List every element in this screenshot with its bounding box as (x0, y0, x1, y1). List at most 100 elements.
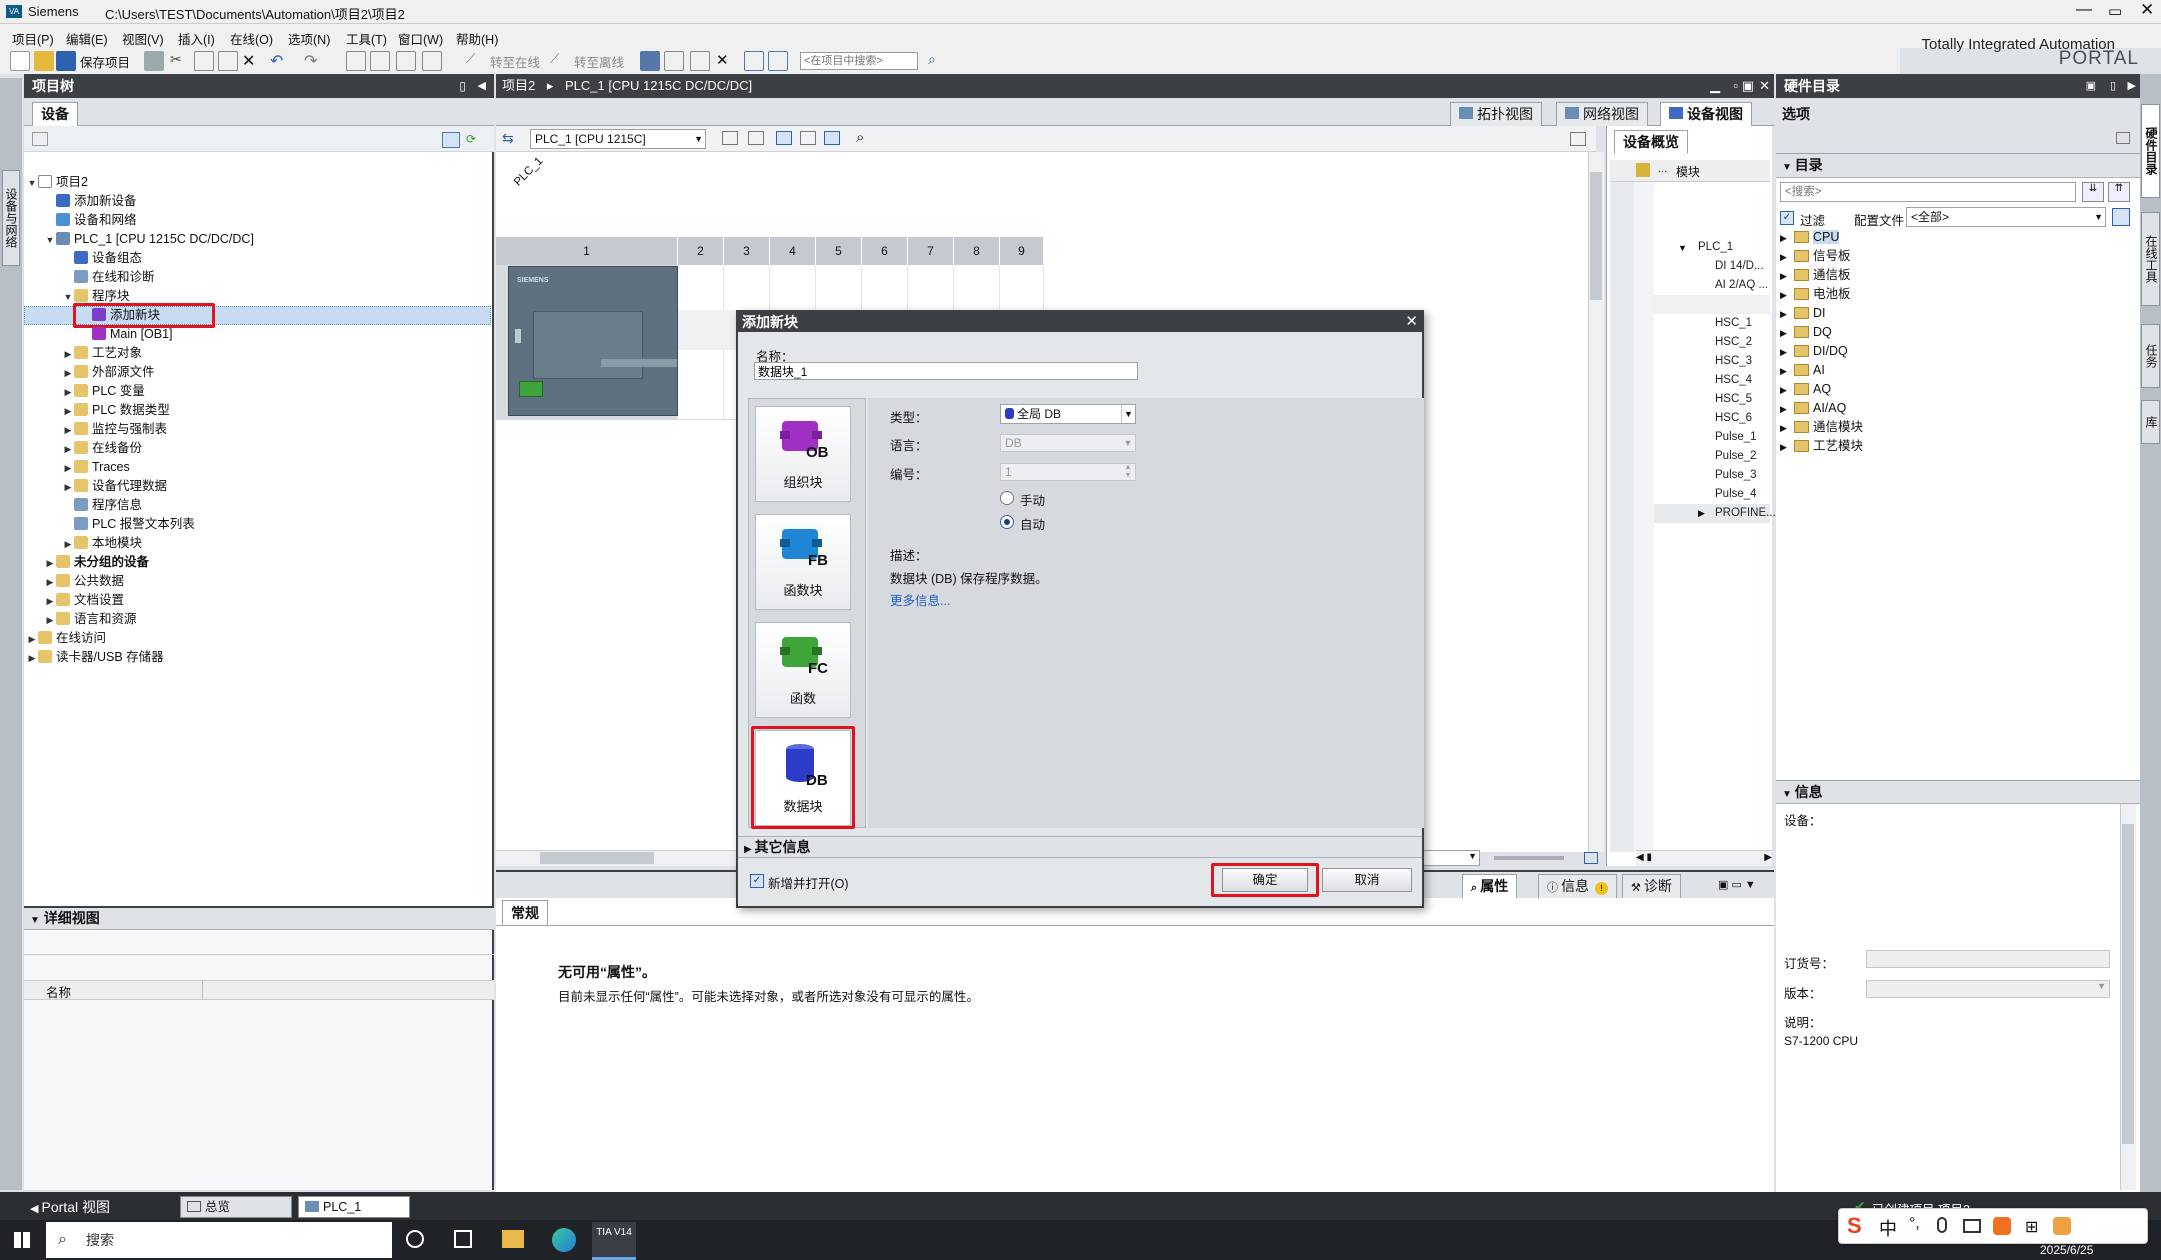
save-icon[interactable] (56, 51, 76, 71)
block-type-fc[interactable]: FC 函数 (755, 622, 851, 718)
tree-item-tech-objects[interactable]: ▶ 工艺对象 (62, 344, 142, 363)
canvas-vscroll-thumb[interactable] (1590, 172, 1602, 300)
tree-item-common-data[interactable]: ▶ 公共数据 (44, 572, 124, 591)
taskbar-search[interactable]: ⌕ 搜索 (46, 1222, 392, 1258)
undo-icon[interactable]: ↶ (270, 51, 290, 71)
upload-icon[interactable] (396, 51, 416, 71)
breadcrumb-project[interactable]: 项目2 (502, 78, 535, 93)
tree-item-doc-settings[interactable]: ▶ 文档设置 (44, 591, 124, 610)
go-offline-icon[interactable]: ⟋ (550, 51, 570, 71)
tab-device-view[interactable]: 设备视图 (1660, 102, 1752, 126)
tree-item-watch-tables[interactable]: ▶ 监控与强制表 (62, 420, 167, 439)
filter-checkbox[interactable]: ✓ (1780, 211, 1794, 225)
canvas-hscroll-thumb[interactable] (540, 852, 654, 864)
catalog-item[interactable]: ▶ DI (1780, 304, 1826, 323)
tree-item-project2[interactable]: ▼ 项目2 (26, 173, 88, 192)
manual-radio[interactable] (1000, 491, 1014, 505)
overview-row[interactable]: HSC_4 (1715, 371, 1752, 390)
cut-icon[interactable]: ✂ (170, 51, 190, 71)
skin-icon[interactable] (1993, 1217, 2011, 1235)
tree-item-online-diag[interactable]: 在线和诊断 (62, 268, 155, 287)
other-info-expander[interactable]: ▶ 其它信息 (738, 836, 1422, 858)
tab-devices[interactable]: 设备 (32, 102, 78, 126)
plc-module[interactable]: SIEMENS (508, 266, 678, 416)
tree-item-alarm-text[interactable]: PLC 报警文本列表 (62, 515, 195, 534)
tree-item-proxy-data[interactable]: ▶ 设备代理数据 (62, 477, 167, 496)
tab-network-view[interactable]: 网络视图 (1556, 102, 1648, 126)
language-select[interactable]: DB ▼ (1000, 434, 1136, 452)
edge-icon[interactable] (552, 1228, 576, 1252)
binoculars-icon[interactable]: ⌕ (928, 51, 948, 71)
add-open-checkbox[interactable]: ✓ (750, 874, 764, 888)
ime-mode[interactable]: 中 (1879, 1215, 1897, 1241)
catalog-item[interactable]: ▶ 通信板 (1780, 266, 1851, 285)
overview-toggle-icon[interactable] (1570, 132, 1586, 146)
overview-row[interactable]: Pulse_1 (1715, 428, 1757, 447)
overview-filter-icon[interactable] (1636, 163, 1650, 177)
side-tab-tasks[interactable]: 任务 (2141, 324, 2160, 388)
catalog-collapse-icon[interactable]: ▶ (2128, 77, 2136, 95)
block-type-fb[interactable]: FB 函数块 (755, 514, 851, 610)
catalog-item[interactable]: ▶ AI (1780, 361, 1825, 380)
tab-device-overview[interactable]: 设备概览 (1614, 130, 1688, 154)
overview-row[interactable]: HSC_2 (1715, 333, 1752, 352)
tree-item-languages[interactable]: ▶ 语言和资源 (44, 610, 137, 629)
canvas-nav-icon[interactable]: ⇆ (502, 130, 514, 147)
catalog-item[interactable]: ▶ 电池板 (1780, 285, 1851, 304)
tab-properties[interactable]: ⌕ 属性 (1462, 874, 1518, 898)
tree-item-devices-networks[interactable]: 设备和网络 (44, 211, 137, 230)
windows-start-icon[interactable] (14, 1232, 30, 1248)
overview-row[interactable]: PLC_1 (1698, 238, 1733, 257)
tree-refresh-icon[interactable]: ⟳ (466, 132, 484, 148)
sogou-icon[interactable]: S (1847, 1213, 1862, 1239)
editor-max-icon[interactable]: ▫ (1733, 74, 1738, 98)
tree-item-online-backup[interactable]: ▶ 在线备份 (62, 439, 142, 458)
canvas-tool-1-icon[interactable] (722, 131, 738, 145)
copy-icon[interactable] (194, 51, 214, 71)
project-search-input[interactable] (800, 52, 918, 70)
catalog-item[interactable]: ▶ DI/DQ (1780, 342, 1848, 361)
canvas-grid-icon[interactable] (800, 131, 816, 145)
overview-row[interactable]: DI 14/D... (1715, 257, 1764, 276)
menu-window[interactable]: 窗口(W) (398, 29, 443, 48)
type-select[interactable]: 全局 DB ▼ (1000, 404, 1136, 424)
dialog-close-icon[interactable]: ✕ (1405, 312, 1418, 332)
overview-row[interactable]: AI 2/AQ ... (1715, 276, 1768, 295)
collapse-left-icon[interactable]: ◀ (478, 77, 486, 95)
overview-row[interactable]: HSC_6 (1715, 409, 1752, 428)
overview-hscroll[interactable]: ◀ ▮ ▶ (1636, 850, 1772, 866)
info-vscroll-thumb[interactable] (2122, 824, 2134, 1144)
more-info-link[interactable]: 更多信息... (890, 590, 950, 609)
overview-row[interactable]: HSC_5 (1715, 390, 1752, 409)
side-tab-devices-networks[interactable]: 设备与网络 (2, 170, 20, 266)
catalog-item[interactable]: ▶ DQ (1780, 323, 1832, 342)
catalog-item[interactable]: ▶ 工艺模块 (1780, 437, 1863, 456)
paste-icon[interactable] (218, 51, 238, 71)
toolbox-icon[interactable]: ⊞ (2025, 1217, 2038, 1237)
editor-float-icon[interactable]: ▣ (1742, 74, 1754, 98)
cancel-button[interactable]: 取消 (1322, 868, 1412, 892)
accessible-devices-icon[interactable] (640, 51, 660, 71)
split-v-icon[interactable] (768, 51, 788, 71)
block-name-input[interactable] (754, 362, 1138, 380)
side-tab-libraries[interactable]: 库 (2141, 400, 2160, 444)
tree-item-main-ob1[interactable]: Main [OB1] (80, 325, 173, 344)
overview-row[interactable]: PROFINE... (1715, 504, 1776, 523)
side-tab-online-tools[interactable]: 在线工具 (2141, 212, 2160, 306)
zoom-fit-icon[interactable] (1584, 852, 1598, 864)
canvas-table-icon[interactable] (824, 131, 840, 145)
tab-diagnostics[interactable]: ⚒ 诊断 (1622, 874, 1681, 898)
delete-icon[interactable]: ✕ (242, 51, 262, 71)
overview-expand-icon[interactable]: ▼ (1678, 243, 1687, 253)
catalog-item-cpu[interactable]: ▶ CPU (1780, 228, 1840, 247)
menu-project[interactable]: 项目(P) (12, 29, 54, 48)
menu-online[interactable]: 在线(O) (230, 29, 273, 48)
compile-icon[interactable] (346, 51, 366, 71)
canvas-tool-3-icon[interactable] (776, 131, 792, 145)
tab-general[interactable]: 常规 (502, 900, 548, 926)
profile-settings-icon[interactable] (2112, 208, 2130, 226)
tree-item-local-modules[interactable]: ▶ 本地模块 (62, 534, 142, 553)
clear-icon[interactable]: ✕ (716, 51, 736, 71)
tree-nav-icon[interactable] (32, 132, 48, 146)
device-select[interactable]: PLC_1 [CPU 1215C] ▼ (530, 129, 706, 149)
